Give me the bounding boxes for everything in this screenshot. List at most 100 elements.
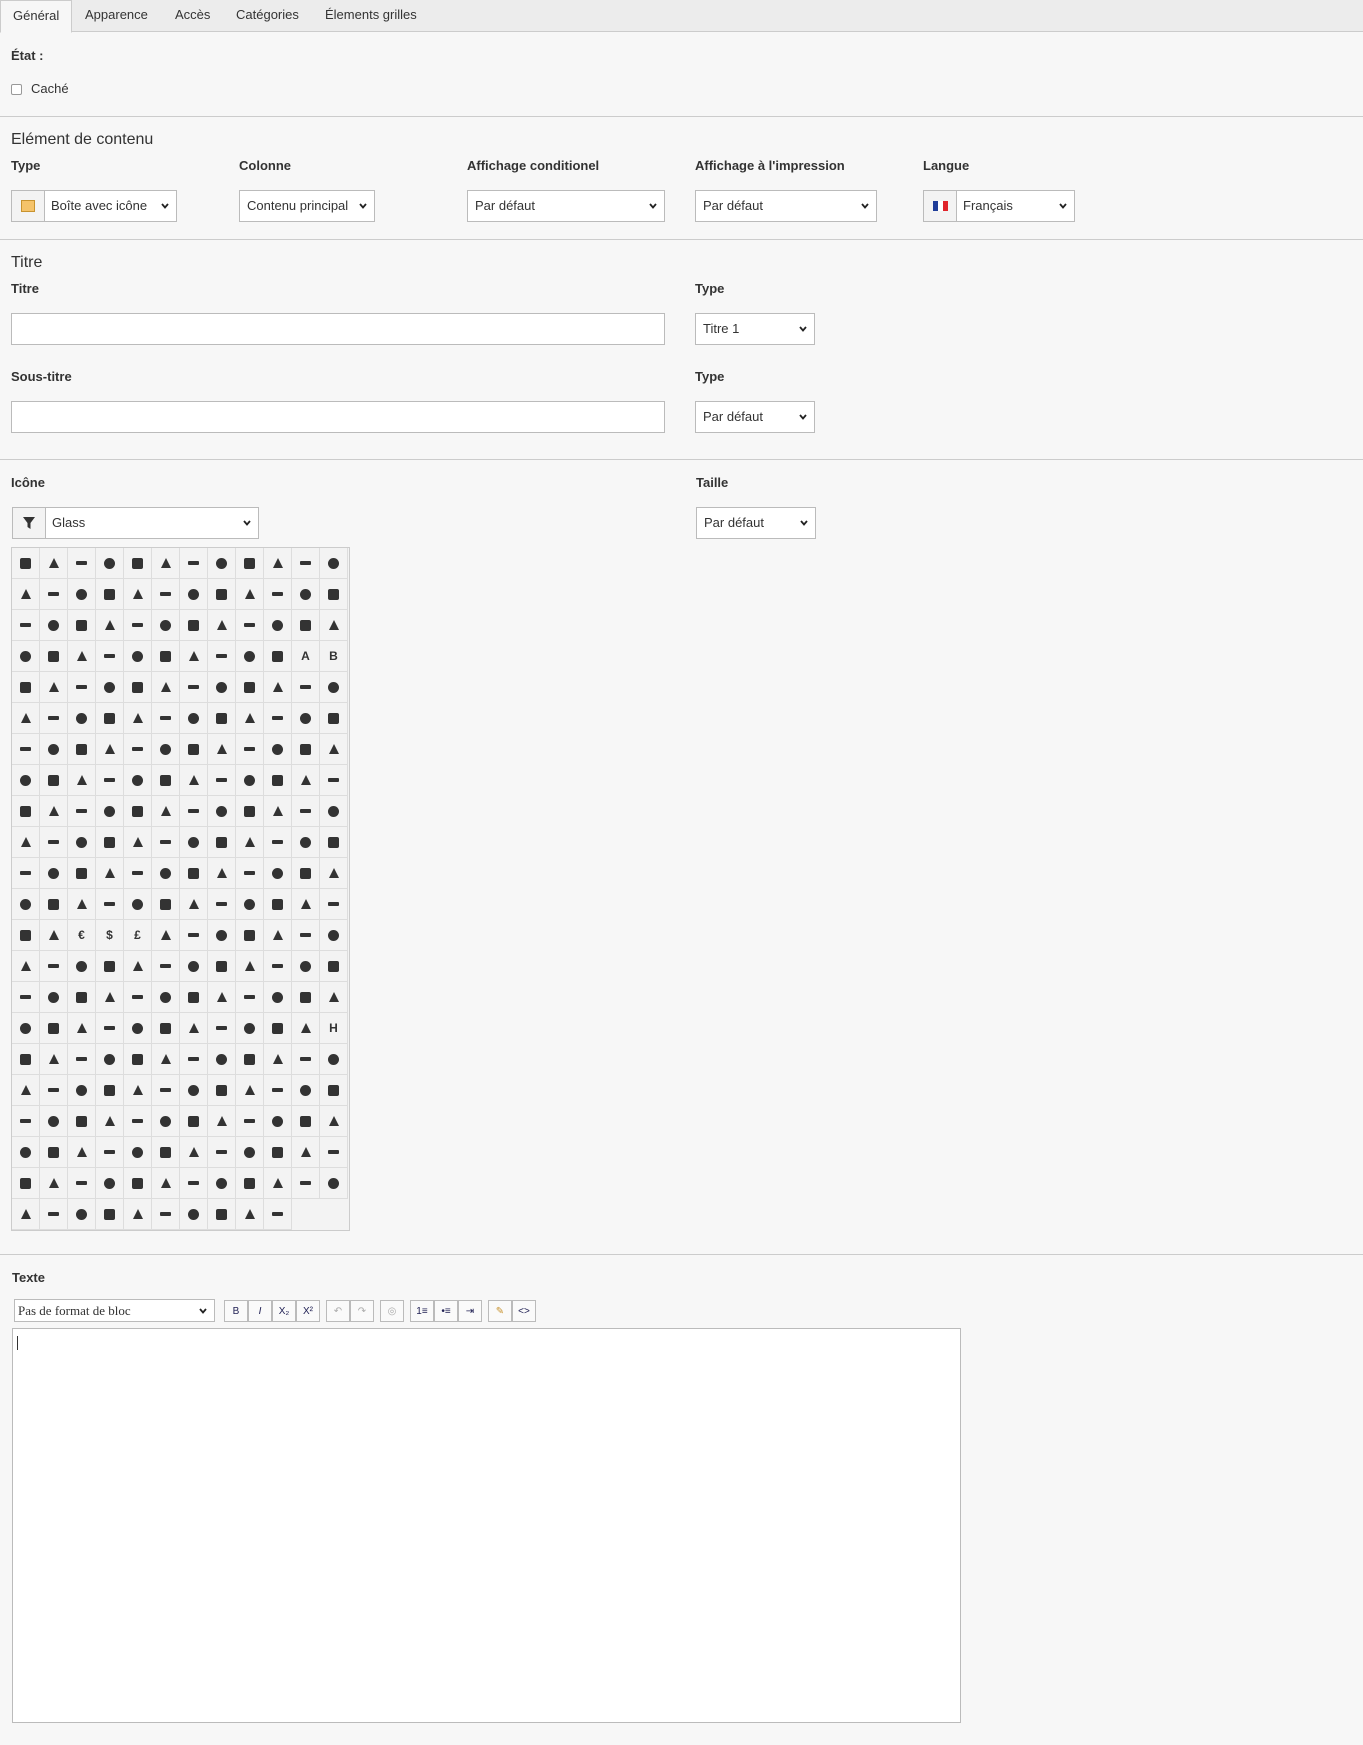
icon-option[interactable] xyxy=(68,765,96,796)
icon-option[interactable] xyxy=(320,1137,348,1168)
icon-option[interactable] xyxy=(264,982,292,1013)
icon-option[interactable] xyxy=(264,1168,292,1199)
icon-option[interactable]: $ xyxy=(96,920,124,951)
icon-option[interactable] xyxy=(180,579,208,610)
icon-option[interactable] xyxy=(236,548,264,579)
icon-option[interactable] xyxy=(124,858,152,889)
icon-option[interactable] xyxy=(208,734,236,765)
icon-option[interactable] xyxy=(292,982,320,1013)
icon-option[interactable] xyxy=(96,1013,124,1044)
icon-option[interactable]: A xyxy=(292,641,320,672)
icon-option[interactable] xyxy=(236,1075,264,1106)
hidden-checkbox[interactable] xyxy=(11,84,22,95)
icon-option[interactable] xyxy=(96,982,124,1013)
icon-option[interactable] xyxy=(68,796,96,827)
icon-option[interactable] xyxy=(180,951,208,982)
icon-option[interactable] xyxy=(208,1137,236,1168)
bold-button[interactable]: B xyxy=(224,1300,248,1322)
icon-option[interactable] xyxy=(180,672,208,703)
icon-option[interactable] xyxy=(236,796,264,827)
title-type-select[interactable]: Titre 1 xyxy=(695,313,815,345)
icon-option[interactable] xyxy=(12,827,40,858)
icon-option[interactable] xyxy=(152,858,180,889)
icon-option[interactable] xyxy=(208,796,236,827)
icon-option[interactable] xyxy=(236,1106,264,1137)
indent-button[interactable]: ⇥ xyxy=(458,1300,482,1322)
icon-option[interactable] xyxy=(152,920,180,951)
icon-option[interactable] xyxy=(208,703,236,734)
subtitle-type-select[interactable]: Par défaut xyxy=(695,401,815,433)
icon-option[interactable] xyxy=(180,796,208,827)
icon-option[interactable] xyxy=(292,734,320,765)
icon-option[interactable] xyxy=(320,827,348,858)
icon-option[interactable] xyxy=(152,734,180,765)
icon-option[interactable] xyxy=(96,1137,124,1168)
icon-option[interactable] xyxy=(320,672,348,703)
icon-option[interactable] xyxy=(124,951,152,982)
icon-option[interactable] xyxy=(152,641,180,672)
size-select[interactable]: Par défaut xyxy=(696,507,816,539)
icon-option[interactable] xyxy=(320,548,348,579)
icon-option[interactable] xyxy=(40,734,68,765)
icon-option[interactable] xyxy=(236,1199,264,1230)
icon-option[interactable] xyxy=(124,579,152,610)
icon-option[interactable] xyxy=(124,827,152,858)
icon-option[interactable] xyxy=(68,982,96,1013)
icon-option[interactable] xyxy=(12,982,40,1013)
icon-select[interactable]: Glass xyxy=(12,507,259,539)
icon-option[interactable] xyxy=(40,951,68,982)
icon-option[interactable] xyxy=(124,1137,152,1168)
icon-option[interactable] xyxy=(40,1106,68,1137)
icon-option[interactable] xyxy=(40,641,68,672)
icon-option[interactable] xyxy=(236,703,264,734)
icon-option[interactable] xyxy=(40,548,68,579)
icon-option[interactable] xyxy=(264,827,292,858)
icon-option[interactable] xyxy=(292,672,320,703)
icon-option[interactable] xyxy=(236,858,264,889)
icon-option[interactable] xyxy=(320,1106,348,1137)
icon-option[interactable] xyxy=(292,827,320,858)
icon-option[interactable] xyxy=(264,889,292,920)
icon-option[interactable] xyxy=(264,610,292,641)
icon-option[interactable] xyxy=(68,1137,96,1168)
subtitle-input[interactable] xyxy=(11,401,665,433)
icon-option[interactable] xyxy=(264,920,292,951)
icon-option[interactable] xyxy=(236,641,264,672)
icon-option[interactable] xyxy=(40,1199,68,1230)
tab-appearance[interactable]: Apparence xyxy=(73,0,160,32)
icon-option[interactable] xyxy=(180,1137,208,1168)
icon-option[interactable] xyxy=(180,610,208,641)
redo-button[interactable]: ↷ xyxy=(350,1300,374,1322)
icon-option[interactable] xyxy=(180,765,208,796)
icon-option[interactable] xyxy=(292,579,320,610)
text-editor[interactable] xyxy=(12,1328,961,1723)
icon-option[interactable] xyxy=(124,610,152,641)
icon-option[interactable] xyxy=(236,579,264,610)
icon-option[interactable] xyxy=(96,1106,124,1137)
icon-option[interactable] xyxy=(236,610,264,641)
icon-option[interactable] xyxy=(96,641,124,672)
icon-option[interactable] xyxy=(264,1075,292,1106)
icon-option[interactable] xyxy=(180,1013,208,1044)
icon-option[interactable] xyxy=(180,982,208,1013)
icon-option[interactable] xyxy=(236,765,264,796)
icon-option[interactable] xyxy=(12,610,40,641)
icon-option[interactable] xyxy=(68,703,96,734)
icon-option[interactable] xyxy=(68,951,96,982)
icon-option[interactable] xyxy=(96,1168,124,1199)
icon-option[interactable] xyxy=(292,796,320,827)
icon-option[interactable] xyxy=(68,1075,96,1106)
icon-option[interactable] xyxy=(180,641,208,672)
icon-option[interactable] xyxy=(40,858,68,889)
icon-option[interactable] xyxy=(264,951,292,982)
icon-option[interactable] xyxy=(320,796,348,827)
icon-option[interactable] xyxy=(180,703,208,734)
icon-option[interactable] xyxy=(208,1168,236,1199)
icon-option[interactable] xyxy=(180,1168,208,1199)
icon-option[interactable] xyxy=(12,796,40,827)
icon-option[interactable] xyxy=(96,951,124,982)
icon-option[interactable] xyxy=(96,827,124,858)
icon-option[interactable] xyxy=(180,1199,208,1230)
icon-option[interactable] xyxy=(12,1075,40,1106)
icon-option[interactable] xyxy=(68,827,96,858)
